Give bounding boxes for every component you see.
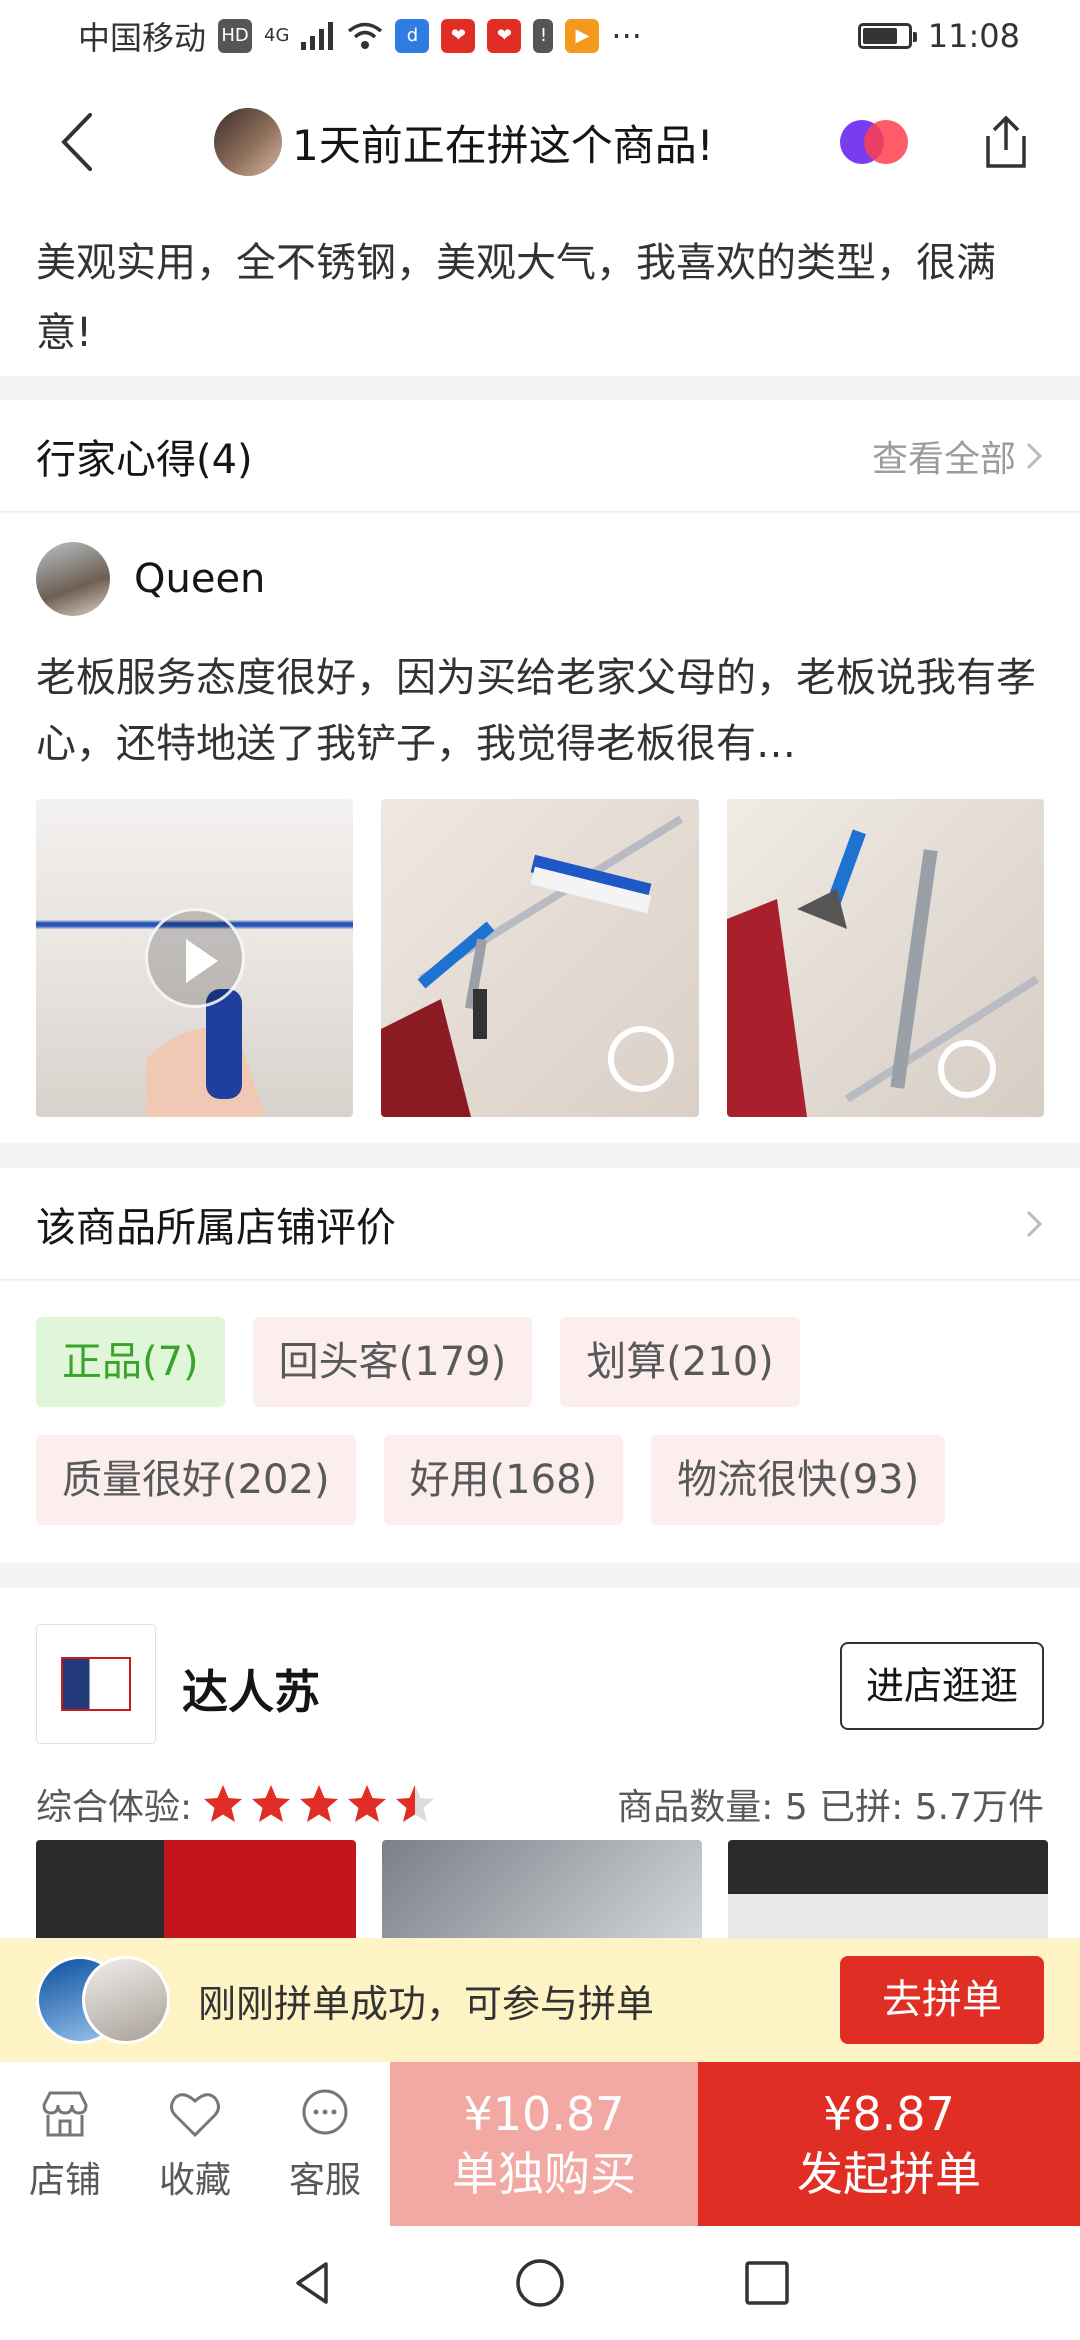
pinxiaoquan-logo-icon[interactable]	[836, 116, 912, 168]
top-nav-bar: 1天前正在拼这个商品!	[0, 72, 1080, 212]
join-group-button[interactable]: 去拼单	[840, 1956, 1044, 2044]
shop-name[interactable]: 达人苏	[182, 1656, 320, 1722]
service-tab-label: 客服	[288, 2160, 361, 2201]
store-icon	[42, 2091, 88, 2137]
hd-badge: HD	[218, 19, 253, 53]
review-video-thumbnail[interactable]	[36, 799, 354, 1117]
page-title: 1天前正在拼这个商品!	[292, 121, 714, 170]
chevron-right-icon	[1026, 1210, 1043, 1237]
group-buy-banner: 刚刚拼单成功，可参与拼单 去拼单	[0, 1938, 1080, 2062]
eval-tag[interactable]: 正品(7)	[36, 1317, 225, 1407]
group-buy-button[interactable]: ¥8.87 发起拼单	[698, 2062, 1080, 2226]
clock: 11:08	[927, 17, 1020, 55]
single-price: ¥10.87	[463, 2087, 625, 2141]
app-notification-icon: d	[395, 19, 430, 53]
avatar	[82, 1956, 170, 2044]
system-nav-bar	[0, 2226, 1080, 2340]
heart-icon	[170, 2093, 220, 2138]
star-icon	[348, 1785, 387, 1822]
star-icon	[252, 1785, 291, 1822]
store-tab-label: 店铺	[28, 2160, 101, 2201]
shop-experience: 综合体验:	[36, 1778, 436, 1830]
more-notifications-icon: ···	[611, 17, 642, 55]
eval-tag[interactable]: 好用(168)	[383, 1435, 624, 1525]
store-eval-header[interactable]: 该商品所属店铺评价	[0, 1168, 1080, 1280]
single-buy-label: 单独购买	[452, 2147, 636, 2201]
eval-tag[interactable]: 回头客(179)	[252, 1317, 533, 1407]
signal-icon	[301, 22, 334, 50]
video-app-icon: ▶	[565, 19, 600, 53]
expert-review-card[interactable]: Queen 老板服务态度很好，因为买给老家父母的，老板说我有孝心，还特地送了我铲…	[0, 513, 1080, 1143]
alert-icon: !	[533, 19, 554, 53]
eval-tag[interactable]: 划算(210)	[560, 1317, 800, 1407]
bottom-action-bar: 店铺 收藏 客服 ¥10.87 单独购买 ¥8.87 发起拼单	[0, 2062, 1080, 2226]
play-icon[interactable]	[145, 908, 245, 1008]
review-text: 美观实用，全不锈钢，美观大气，我喜欢的类型，很满意!	[36, 240, 996, 356]
expert-review-text: 老板服务态度很好，因为买给老家父母的，老板说我有孝心，还特地送了我铲子，我觉得老…	[36, 655, 1036, 767]
review-photo-thumbnail[interactable]	[726, 799, 1044, 1117]
review-text-card: 美观实用，全不锈钢，美观大气，我喜欢的类型，很满意!	[0, 212, 1080, 376]
rating-stars	[202, 1783, 436, 1825]
shop-logo[interactable]	[36, 1624, 156, 1744]
status-bar: 中国移动 HD 4G d ❤ ❤ ! ▶ ··· 11:08	[0, 0, 1080, 72]
battery-icon	[857, 23, 917, 49]
shop-stats: 商品数量: 5 已拼: 5.7万件	[617, 1787, 1044, 1828]
pdd-notification-icon-2: ❤	[487, 19, 522, 53]
user-avatar	[36, 542, 110, 616]
user-name: Queen	[134, 556, 266, 602]
chevron-left-icon[interactable]	[50, 107, 110, 177]
star-icon	[300, 1785, 339, 1822]
favorite-tab[interactable]: 收藏	[130, 2062, 260, 2226]
store-tab[interactable]: 店铺	[0, 2062, 130, 2226]
back-triangle-icon[interactable]	[286, 2256, 340, 2310]
eval-tag[interactable]: 质量很好(202)	[36, 1435, 356, 1525]
expert-section-title: 行家心得(4)	[36, 436, 253, 483]
recents-square-icon[interactable]	[740, 2256, 794, 2310]
buyer-avatar	[214, 108, 282, 176]
favorite-tab-label: 收藏	[158, 2160, 231, 2201]
store-eval-title: 该商品所属店铺评价	[36, 1204, 396, 1251]
view-all-label: 查看全部	[871, 438, 1016, 480]
wifi-icon	[348, 22, 383, 49]
carrier-label: 中国移动	[78, 19, 207, 57]
pdd-notification-icon: ❤	[441, 19, 476, 53]
experience-label: 综合体验:	[36, 1787, 193, 1828]
share-icon[interactable]	[978, 112, 1034, 172]
banner-text: 刚刚拼单成功，可参与拼单	[198, 1981, 655, 2026]
chevron-right-icon	[1026, 442, 1043, 469]
star-icon	[204, 1785, 243, 1822]
review-photo-thumbnail[interactable]	[381, 799, 699, 1117]
store-eval-tags: 正品(7) 回头客(179) 划算(210) 质量很好(202) 好用(168)…	[0, 1281, 1080, 1563]
expert-section-header[interactable]: 行家心得(4) 查看全部	[0, 400, 1080, 512]
service-tab[interactable]: 客服	[260, 2062, 390, 2226]
eval-tag[interactable]: 物流很快(93)	[651, 1435, 946, 1525]
single-buy-button[interactable]: ¥10.87 单独购买	[390, 2062, 698, 2226]
group-avatars	[36, 1952, 170, 2048]
view-all-link[interactable]: 查看全部	[872, 430, 1044, 482]
group-price: ¥8.87	[823, 2087, 955, 2141]
enter-shop-button[interactable]: 进店逛逛	[840, 1642, 1044, 1730]
network-label: 4G	[264, 25, 290, 46]
group-buy-label: 发起拼单	[797, 2147, 981, 2201]
star-icon	[396, 1785, 435, 1822]
shop-card: 达人苏 进店逛逛 综合体验: 商品数量: 5 已拼: 5.7万件	[0, 1588, 1080, 1960]
chat-icon	[302, 2089, 348, 2135]
home-circle-icon[interactable]	[513, 2256, 567, 2310]
